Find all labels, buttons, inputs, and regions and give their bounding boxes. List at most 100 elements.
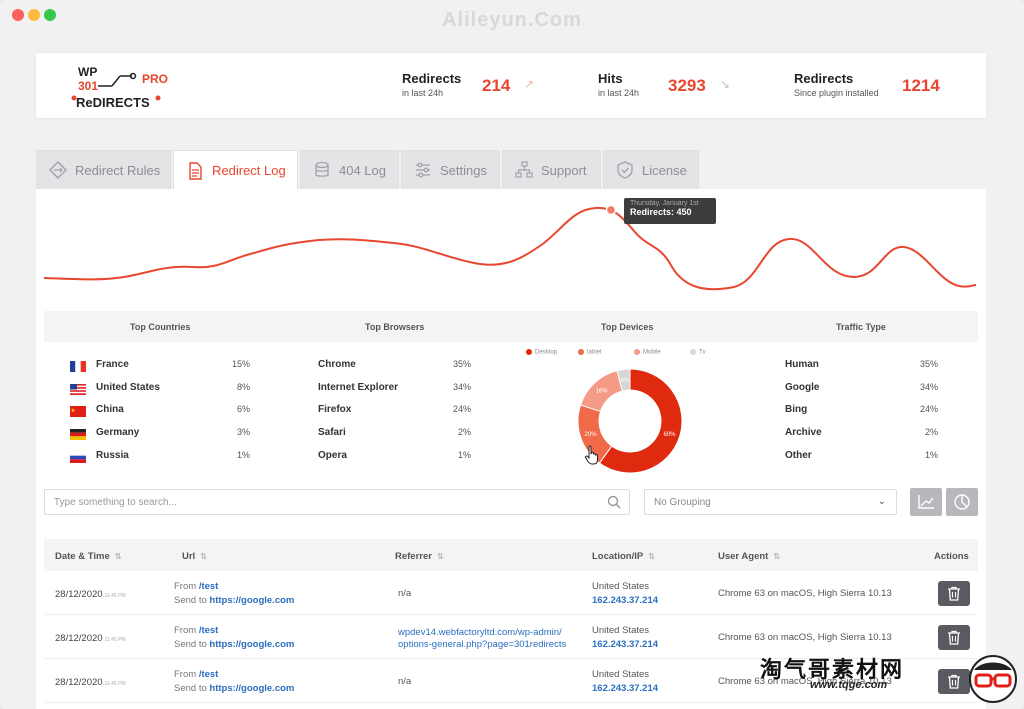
country-percent: 3% [236, 427, 250, 438]
browser-name: Firefox [318, 404, 352, 416]
tab-license[interactable]: License [603, 150, 699, 189]
traffic-percent: 1% [924, 449, 938, 460]
from-link[interactable]: /test [199, 581, 219, 592]
top-countries-heading: Top Countries [130, 322, 191, 332]
traffic-percent: 2% [924, 427, 938, 438]
stat-subtitle: in last 24h [402, 88, 444, 98]
country-percent: 6% [236, 404, 250, 415]
tooltip-value: Redirects: 450 [630, 207, 692, 217]
search-icon[interactable] [607, 495, 621, 509]
tab-label: License [642, 162, 687, 178]
list-item: Google 34% [785, 382, 938, 405]
tab-label: 404 Log [339, 162, 386, 178]
browser-name: Chrome [318, 359, 356, 370]
pie-chart-view-button[interactable] [946, 488, 978, 516]
column-header-date[interactable]: Date & Time ⇅ [55, 551, 121, 562]
country-name: Russia [96, 449, 129, 461]
donut-slice-label: 16% [596, 389, 609, 395]
from-link[interactable]: /test [199, 669, 219, 680]
country-name: Germany [96, 427, 140, 439]
germany-flag-icon [70, 429, 86, 441]
donut-slice-label: 60% [663, 432, 676, 438]
stat-title: Redirects [794, 71, 854, 86]
stat-value: 1214 [902, 76, 940, 95]
column-header-user-agent[interactable]: User Agent ⇅ [718, 551, 780, 562]
shield-check-icon [617, 161, 633, 179]
arrow-up-right-icon: ↗ [524, 77, 535, 91]
column-header-referrer[interactable]: Referrer ⇅ [395, 551, 444, 562]
search-input[interactable]: Type something to search... [44, 489, 630, 515]
document-icon [189, 161, 202, 180]
redirects-line-chart [44, 204, 976, 291]
trash-icon [948, 630, 960, 645]
tab-settings[interactable]: Settings [401, 150, 500, 189]
redirects-total-stat: Redirects Since plugin installed 1214 [794, 71, 940, 98]
row-date: 28/12/2020 11:45 PM [55, 633, 126, 644]
traffic-type-list: Human 35% Google 34% Bing 24% Archive 2% Oth… [785, 359, 938, 472]
watermark-text: Alileyun.Com [442, 9, 582, 31]
row-from: From /test [174, 581, 219, 592]
country-percent: 15% [231, 359, 250, 369]
target-link[interactable]: https://google.com [209, 683, 294, 694]
grouping-select[interactable]: No Grouping ⌄ [644, 489, 897, 515]
tab-redirect-log[interactable]: Redirect Log [173, 150, 298, 190]
row-ip-link[interactable]: 162.243.37.214 [592, 639, 658, 650]
column-header-actions: Actions [934, 551, 969, 562]
traffic-name: Google [785, 381, 820, 393]
chart-hover-point[interactable] [605, 204, 617, 216]
tab-404-log[interactable]: 404 Log [300, 150, 399, 189]
row-send-to: Send to https://google.com [174, 639, 295, 650]
tab-redirect-rules[interactable]: Redirect Rules [36, 150, 171, 189]
row-location: United States [592, 625, 650, 636]
list-item: Opera 1% [318, 450, 471, 473]
list-item: Human 35% [785, 359, 938, 382]
sort-icon: ⇅ [436, 552, 444, 561]
arrow-down-right-icon: ↘ [720, 77, 731, 91]
browser-percent: 35% [452, 359, 471, 369]
mascot-glasses-logo [969, 655, 1017, 703]
list-item: Bing 24% [785, 404, 938, 427]
log-table-header: Date & Time ⇅ Url ⇅ Referrer ⇅ Location/IP ⇅… [44, 539, 978, 571]
list-item: Firefox 24% [318, 404, 471, 427]
tab-label: Redirect Rules [75, 162, 161, 178]
country-name: China [96, 404, 124, 416]
browser-name: Opera [318, 449, 347, 461]
watermark-site-url: www.tqge.com [810, 679, 888, 691]
svg-text:PRO: PRO [142, 72, 168, 86]
row-ip-link[interactable]: 162.243.37.214 [592, 595, 658, 606]
target-link[interactable]: https://google.com [209, 639, 294, 650]
top-browsers-list: Chrome 35% Internet Explorer 34% Firefox 24… [318, 359, 471, 472]
row-from: From /test [174, 669, 219, 680]
row-from: From /test [174, 625, 219, 636]
row-ip-link[interactable]: 162.243.37.214 [592, 683, 658, 694]
column-header-location[interactable]: Location/IP ⇅ [592, 551, 655, 562]
stat-title: Hits [598, 71, 623, 86]
svg-text:WP: WP [78, 65, 97, 79]
stats-section-header: Top Countries Top Browsers Top Devices T… [44, 311, 978, 342]
line-chart-view-button[interactable] [910, 488, 942, 516]
row-user-agent: Chrome 63 on macOS, High Sierra 10.13 [718, 632, 892, 643]
tab-support[interactable]: Support [502, 150, 601, 189]
column-header-url[interactable]: Url ⇅ [182, 551, 207, 562]
donut-slice-label: 20% [585, 432, 598, 438]
delete-button[interactable] [938, 581, 970, 606]
list-item: China 6% [70, 404, 250, 427]
country-name: United States [96, 381, 160, 393]
stat-title: Redirects [402, 71, 462, 86]
row-referrer: n/a [398, 588, 412, 599]
sort-icon: ⇅ [114, 552, 122, 561]
stat-subtitle: Since plugin installed [794, 88, 879, 98]
traffic-percent: 24% [919, 404, 938, 415]
delete-button[interactable] [938, 625, 970, 650]
from-link[interactable]: /test [199, 625, 219, 636]
row-referrer-link[interactable]: wpdev14.webfactoryltd.com/wp-admin/optio… [398, 627, 566, 651]
list-item: Other 1% [785, 450, 938, 473]
target-link[interactable]: https://google.com [209, 595, 294, 606]
list-item: Archive 2% [785, 427, 938, 450]
row-send-to: Send to https://google.com [174, 683, 295, 694]
tooltip-date: Thursday, January 1st [630, 200, 699, 207]
list-item: Chrome 35% [318, 359, 471, 382]
browser-name: Safari [318, 427, 346, 439]
tab-label: Support [541, 162, 587, 178]
title-bar: Alileyun.Com [0, 0, 1024, 34]
